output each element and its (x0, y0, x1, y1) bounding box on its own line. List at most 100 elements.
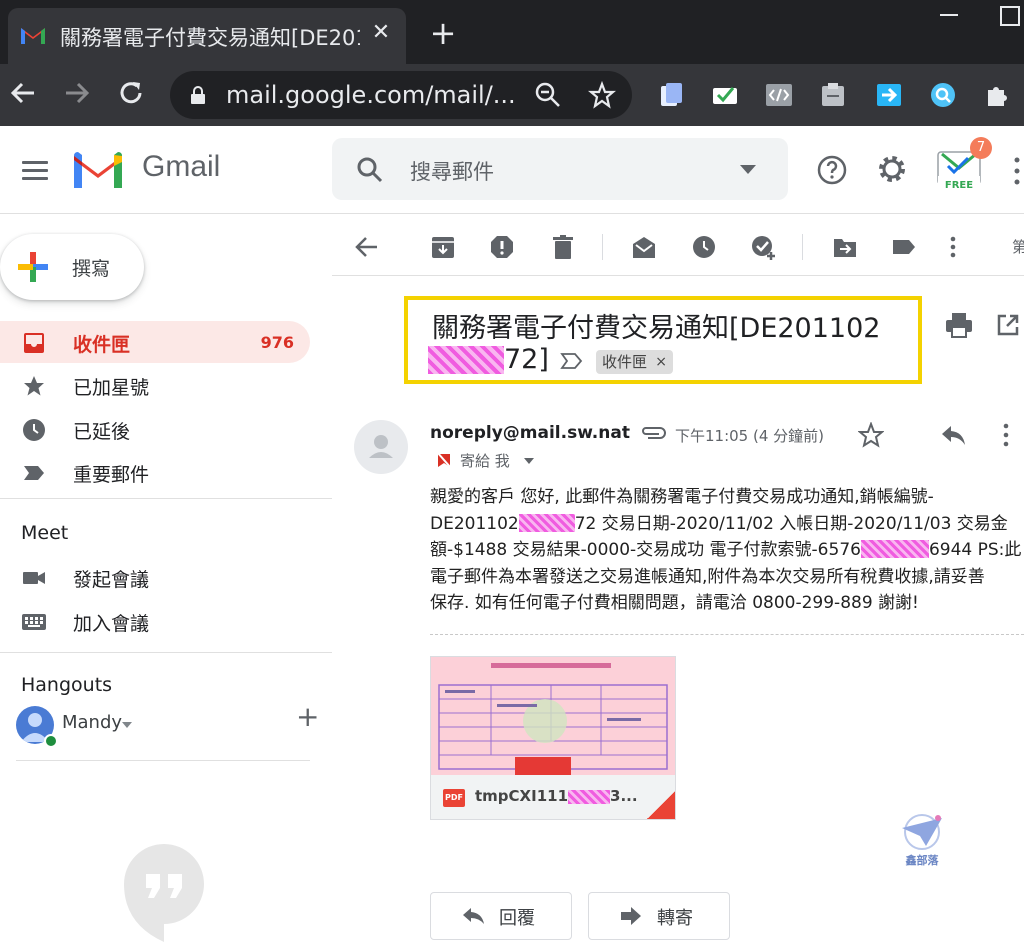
search-options-caret-icon[interactable] (740, 165, 756, 174)
email-subject: 關務署電子付費交易通知[DE201102 (432, 313, 881, 344)
gmail-logo-icon[interactable] (72, 150, 124, 190)
online-status-dot (44, 734, 58, 748)
add-to-tasks-icon[interactable] (750, 234, 776, 260)
reply-button[interactable]: 回覆 (430, 892, 572, 940)
reply-icon[interactable] (940, 424, 966, 446)
extension-mail-check-icon[interactable] (710, 80, 740, 110)
watermark-text: 鑫部落 (905, 854, 939, 867)
show-details-caret-icon[interactable] (524, 458, 534, 464)
extension-search-icon[interactable] (928, 80, 958, 110)
search-icon[interactable] (356, 156, 384, 184)
star-message-icon[interactable] (858, 422, 884, 448)
reply-label: 回覆 (499, 908, 535, 929)
new-tab-button[interactable]: + (428, 17, 458, 49)
delete-icon[interactable] (550, 234, 576, 260)
main-menu-icon[interactable] (22, 161, 48, 181)
snooze-clock-icon[interactable] (691, 234, 717, 260)
redaction-mosaic (518, 513, 575, 532)
extension-clipboard-icon[interactable] (818, 80, 848, 110)
search-input[interactable]: 搜尋郵件 (410, 156, 494, 186)
more-apps-icon[interactable] (1014, 156, 1020, 186)
receipt-thumbnail-image (431, 657, 675, 775)
attachment-filename-tail: 3... (610, 787, 638, 805)
address-bar[interactable]: mail.google.com/mail/... (170, 71, 632, 119)
hangouts-user-name: Mandy (62, 712, 123, 733)
move-to-icon[interactable] (832, 234, 858, 260)
open-in-new-window-icon[interactable] (996, 313, 1020, 337)
page-fold-corner (647, 791, 675, 819)
sidebar-divider (16, 760, 310, 761)
pdf-attachment-card[interactable]: PDF tmpCXI111 3... (430, 656, 676, 820)
extension-code-icon[interactable] (764, 80, 794, 110)
sidebar-divider (0, 652, 332, 653)
more-actions-icon[interactable] (948, 234, 958, 260)
toolbar-separator (802, 234, 803, 260)
sidebar-item-new-meeting[interactable]: 發起會議 (0, 556, 310, 598)
browser-tab[interactable]: 關務署電子付費交易通知[DE2011 ✕ (8, 8, 406, 64)
sender-email[interactable]: noreply@mail.sw.nat... (430, 423, 630, 443)
toolbar-separator (602, 234, 603, 260)
forward-button[interactable]: 轉寄 (588, 892, 730, 940)
report-spam-icon[interactable] (489, 234, 515, 260)
paper-plane-logo-icon (902, 814, 942, 850)
maximize-window-icon[interactable] (1000, 6, 1020, 26)
redaction-mosaic (860, 540, 929, 558)
message-timestamp: 下午11:05 (4 分鐘前) (675, 427, 825, 445)
blog-watermark: 鑫部落 (896, 812, 948, 870)
body-line: DE201102 72 交易日期-2020/11/02 入帳日期-2020/11/… (430, 511, 1020, 538)
reply-icon (463, 908, 484, 924)
mark-unread-icon[interactable] (631, 234, 657, 260)
forward-arrow-icon[interactable] (62, 78, 92, 108)
notification-count-badge: 7 (970, 137, 992, 159)
lock-icon (191, 86, 205, 104)
keyboard-icon (22, 614, 46, 630)
back-arrow-icon[interactable] (8, 78, 38, 108)
compose-plus-icon (18, 252, 48, 282)
redaction-mosaic (568, 790, 611, 804)
extension-send-icon[interactable] (874, 80, 904, 110)
reload-icon[interactable] (116, 78, 146, 108)
body-text-segment: 6944 PS:此 (928, 540, 1022, 560)
hangouts-user-item[interactable]: Mandy + (16, 703, 319, 750)
zoom-icon[interactable] (534, 81, 562, 109)
body-text-segment: 額-$1488 交易結果-0000-交易成功 電子付款索號-6576 (430, 540, 861, 560)
importance-marker-icon[interactable] (560, 352, 584, 370)
search-mail-bar[interactable]: 搜尋郵件 (332, 138, 788, 200)
attachment-footer: PDF tmpCXI111 3... (431, 775, 675, 819)
sidebar-item-important[interactable]: 重要郵件 (0, 451, 310, 493)
label-icon[interactable] (891, 234, 917, 260)
recipient-text: 寄給 我 (460, 452, 510, 470)
sidebar: 撰寫 收件匣 976 已加星號 已延後 重要郵件 Meet 發起會議 加入會議 … (0, 214, 332, 944)
extensions-puzzle-icon[interactable] (982, 80, 1012, 110)
sidebar-item-join-meeting[interactable]: 加入會議 (0, 600, 310, 642)
user-status-caret-icon[interactable] (122, 722, 132, 728)
clock-icon (23, 419, 45, 441)
bookmark-star-icon[interactable] (588, 81, 616, 109)
gmail-favicon-icon (21, 28, 45, 44)
inbox-label-chip[interactable]: 收件匣 × (596, 350, 674, 374)
compose-button[interactable]: 撰寫 (0, 234, 144, 300)
message-more-options-icon[interactable] (1002, 422, 1010, 448)
body-line: 電子郵件為本署發送之交易進帳通知,附件為本次交易所有稅費收據,請妥善 (430, 566, 985, 587)
sender-avatar[interactable] (354, 420, 408, 474)
person-avatar-icon (369, 435, 393, 458)
minimize-window-icon[interactable] (940, 14, 958, 16)
back-to-inbox-icon[interactable] (354, 234, 380, 260)
attachment-filename-text: tmpCXI111 (475, 787, 569, 805)
close-tab-icon[interactable]: ✕ (368, 20, 394, 46)
help-icon[interactable] (816, 154, 848, 186)
inbox-unread-count: 976 (260, 333, 294, 352)
sidebar-item-inbox[interactable]: 收件匣 976 (0, 321, 310, 363)
archive-icon[interactable] (430, 234, 456, 260)
body-text-segment: DE201102 (430, 513, 519, 534)
print-icon[interactable] (945, 312, 973, 338)
meet-section-title: Meet (21, 522, 69, 544)
forward-label: 轉寄 (657, 908, 693, 929)
star-icon (24, 376, 44, 396)
remove-label-icon[interactable]: × (655, 350, 667, 374)
extension-docs-icon[interactable] (656, 80, 686, 110)
sidebar-item-starred[interactable]: 已加星號 (0, 364, 310, 406)
settings-gear-icon[interactable] (876, 153, 908, 185)
add-hangout-icon[interactable]: + (296, 703, 319, 731)
sidebar-item-snoozed[interactable]: 已延後 (0, 408, 310, 450)
